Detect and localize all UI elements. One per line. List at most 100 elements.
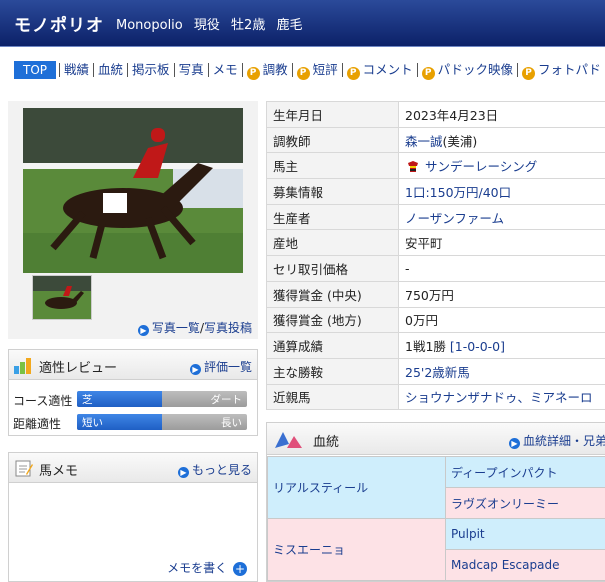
review-list-link[interactable]: ▶評価一覧 <box>190 358 252 375</box>
sire-dam-link[interactable]: ラヴズオンリーミー <box>451 497 559 511</box>
breeder-link[interactable]: ノーザンファーム <box>405 211 504 226</box>
horse-main-photo[interactable] <box>23 108 243 273</box>
table-row: リアルスティール ディープインパクト <box>268 457 605 488</box>
relatives-cell: ショウナンザナドゥ、ミアネーロ <box>399 384 605 410</box>
table-row: 生産者ノーザンファーム <box>267 204 605 230</box>
table-row: 産地安平町 <box>267 230 605 256</box>
arrow-right-icon: ▶ <box>509 438 520 449</box>
horse-status: 現役 <box>194 18 220 33</box>
major-wins-label: 主な勝鞍 <box>267 358 399 384</box>
central-earnings-label: 獲得賞金 (中央) <box>267 281 399 307</box>
tab-photo-paddock[interactable]: Pフォトパド <box>519 61 604 79</box>
bar-chart-icon <box>13 357 32 374</box>
premium-icon: P <box>297 67 310 80</box>
table-row: 獲得賞金 (中央)750万円 <box>267 281 605 307</box>
career-record-cell: 1戦1勝 [1-0-0-0] <box>399 333 605 359</box>
nav-divider <box>59 63 60 77</box>
tab-photo[interactable]: 写真 <box>176 61 207 79</box>
breeder-label: 生産者 <box>267 204 399 230</box>
owner-label: 馬主 <box>267 153 399 179</box>
photo-links: ▶写真一覧/写真投稿 <box>138 319 252 336</box>
major-wins-cell: 25'2歳新馬 <box>399 358 605 384</box>
dirt-label: ダート <box>211 392 243 407</box>
tab-board[interactable]: 掲示板 <box>129 61 173 79</box>
tab-navigation: TOP 戦績血統掲示板写真メモP調教P短評PコメントPパドック映像Pフォトパド <box>14 61 604 81</box>
memo-write-link[interactable]: メモを書く + <box>167 559 250 576</box>
sire-dam-cell: ラヴズオンリーミー <box>446 488 605 519</box>
nav-divider <box>517 63 518 77</box>
nav-divider <box>292 63 293 77</box>
local-earnings-label: 獲得賞金 (地方) <box>267 307 399 333</box>
dam-link[interactable]: ミスエーニョ <box>273 543 345 557</box>
birthplace-label: 産地 <box>267 230 399 256</box>
tab-paddock-video[interactable]: Pパドック映像 <box>419 61 516 79</box>
panel-header: 馬メモ ▶もっと見る <box>9 453 257 483</box>
pedigree-detail-link[interactable]: ▶血統詳細・兄弟 <box>509 432 605 449</box>
tab-comment[interactable]: Pコメント <box>344 61 416 79</box>
photo-post-link[interactable]: 写真投稿 <box>204 321 252 335</box>
distance-aptitude-bar: 短い 長い <box>77 414 247 430</box>
career-record-value: 1戦1勝 <box>405 339 446 354</box>
sire-cell: リアルスティール <box>268 457 446 519</box>
sire-link[interactable]: リアルスティール <box>273 481 368 495</box>
aptitude-review-panel: 適性レビュー ▶評価一覧 コース適性 芝 ダート 距離適性 短い 長い <box>8 349 258 436</box>
pedigree-table: リアルスティール ディープインパクト ラヴズオンリーミー ミスエーニョ Pulp… <box>267 456 605 581</box>
tab-top[interactable]: TOP <box>14 61 56 79</box>
tab-memo[interactable]: メモ <box>210 61 241 79</box>
dam-sire-link[interactable]: Pulpit <box>451 527 485 541</box>
table-row: セリ取引価格- <box>267 256 605 282</box>
dam-sire-cell: Pulpit <box>446 519 605 550</box>
memo-icon <box>15 460 33 477</box>
career-record-link[interactable]: [1-0-0-0] <box>450 339 505 354</box>
table-row: ミスエーニョ Pulpit <box>268 519 605 550</box>
tab-short-review[interactable]: P短評 <box>294 61 341 79</box>
owner-cell: サンデーレーシング <box>399 153 605 179</box>
tab-pedigree[interactable]: 血統 <box>95 61 126 79</box>
pedigree-panel: 血統 ▶血統詳細・兄弟 リアルスティール ディープインパクト ラヴズオンリーミー… <box>266 422 605 582</box>
arrow-right-icon: ▶ <box>138 325 149 336</box>
dam-dam-link[interactable]: Madcap Escapade <box>451 558 559 572</box>
horse-sex-age: 牡2歳 <box>231 18 265 33</box>
course-aptitude-bar: 芝 ダート <box>77 391 247 407</box>
offering-link[interactable]: 1口:150万円/40口 <box>405 185 511 200</box>
offering-cell: 1口:150万円/40口 <box>399 179 605 205</box>
nav-divider <box>127 63 128 77</box>
short-label: 短い <box>82 415 103 430</box>
memo-more-link[interactable]: ▶もっと見る <box>178 461 252 478</box>
photo-list-link[interactable]: 写真一覧 <box>152 321 200 335</box>
course-aptitude-label: コース適性 <box>13 392 72 409</box>
sire-sire-link[interactable]: ディープインパクト <box>451 466 557 480</box>
owner-link[interactable]: サンデーレーシング <box>425 159 537 174</box>
nav-divider <box>93 63 94 77</box>
trainer-label: 調教師 <box>267 127 399 153</box>
horse-profile-table: 生年月日2023年4月23日 調教師森一誠(美浦) 馬主サンデーレーシング 募集… <box>266 101 605 410</box>
panel-header: 血統 ▶血統詳細・兄弟 <box>267 423 605 455</box>
major-win-link[interactable]: 25'2歳新馬 <box>405 365 470 380</box>
auction-price-value: - <box>399 256 605 282</box>
nav-divider <box>242 63 243 77</box>
relatives-link[interactable]: ショウナンザナドゥ、ミアネーロ <box>405 390 593 405</box>
birthdate-label: 生年月日 <box>267 102 399 128</box>
horse-romaji: Monopolio <box>116 18 183 33</box>
premium-icon: P <box>347 67 360 80</box>
nav-divider <box>208 63 209 77</box>
tab-training[interactable]: P調教 <box>244 61 291 79</box>
table-row: 近親馬ショウナンザナドゥ、ミアネーロ <box>267 384 605 410</box>
tab-results[interactable]: 戦績 <box>61 61 92 79</box>
distance-aptitude-row: 距離適性 短い 長い <box>9 412 257 432</box>
aptitude-title: 適性レビュー <box>39 357 117 376</box>
dam-dam-cell: Madcap Escapade <box>446 550 605 581</box>
career-record-label: 通算成績 <box>267 333 399 359</box>
nav-divider <box>174 63 175 77</box>
photo-thumbnail[interactable] <box>32 275 92 320</box>
nav-divider <box>342 63 343 77</box>
distance-aptitude-label: 距離適性 <box>13 415 61 432</box>
table-row: 主な勝鞍 25'2歳新馬 <box>267 358 605 384</box>
breeder-cell: ノーザンファーム <box>399 204 605 230</box>
turf-label: 芝 <box>82 392 93 407</box>
trainer-link[interactable]: 森一誠 <box>405 134 443 149</box>
premium-icon: P <box>247 67 260 80</box>
memo-title: 馬メモ <box>39 460 78 479</box>
dam-cell: ミスエーニョ <box>268 519 446 581</box>
table-row: 獲得賞金 (地方)0万円 <box>267 307 605 333</box>
